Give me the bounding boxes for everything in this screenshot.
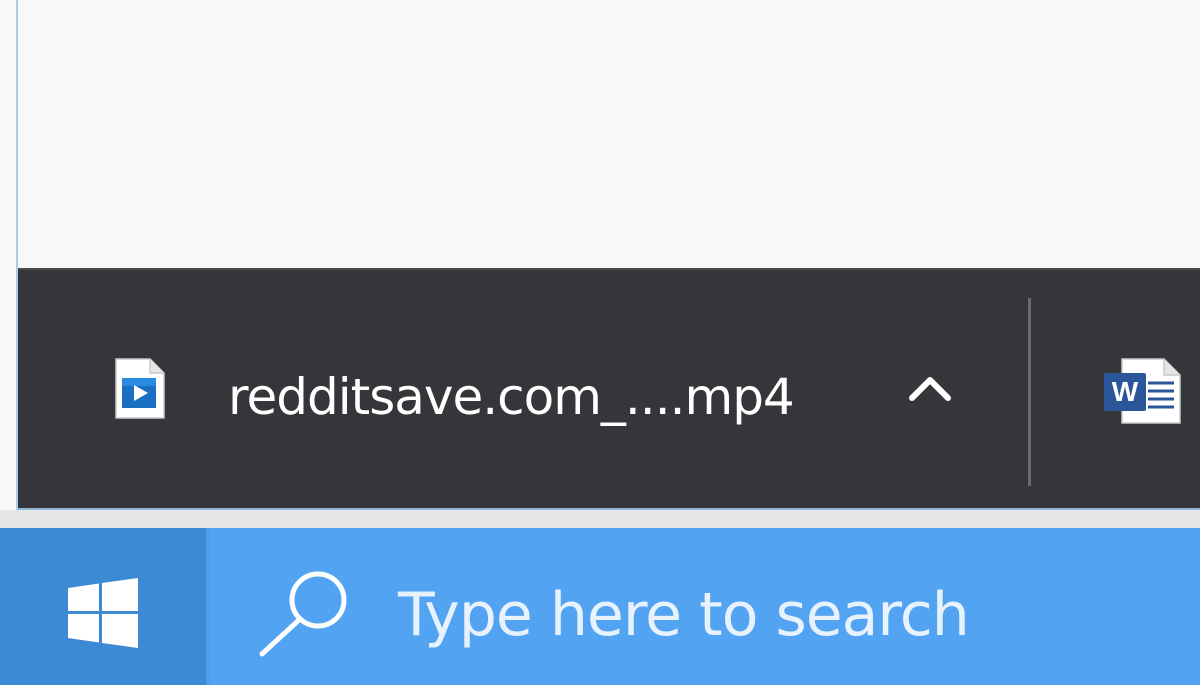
word-document-icon[interactable]: W: [1102, 355, 1182, 425]
windows-logo-icon: [68, 578, 138, 648]
page-content: [18, 0, 1200, 268]
download-divider: [1028, 298, 1031, 486]
search-box[interactable]: Type here to search: [210, 528, 1200, 685]
chevron-up-icon[interactable]: [898, 358, 962, 422]
start-button[interactable]: [0, 528, 206, 685]
search-placeholder: Type here to search: [398, 580, 970, 650]
browser-window: redditsave.com_....mp4 W: [0, 0, 1200, 510]
taskbar: Type here to search: [0, 528, 1200, 685]
download-bar-edge: [18, 508, 1200, 510]
download-bar: redditsave.com_....mp4 W: [18, 268, 1200, 508]
download-item[interactable]: redditsave.com_....mp4: [98, 328, 998, 468]
svg-text:W: W: [1112, 376, 1139, 407]
magnifier-icon: [259, 571, 347, 657]
download-file-name: redditsave.com_....mp4: [228, 368, 795, 426]
video-file-icon: [115, 358, 165, 419]
